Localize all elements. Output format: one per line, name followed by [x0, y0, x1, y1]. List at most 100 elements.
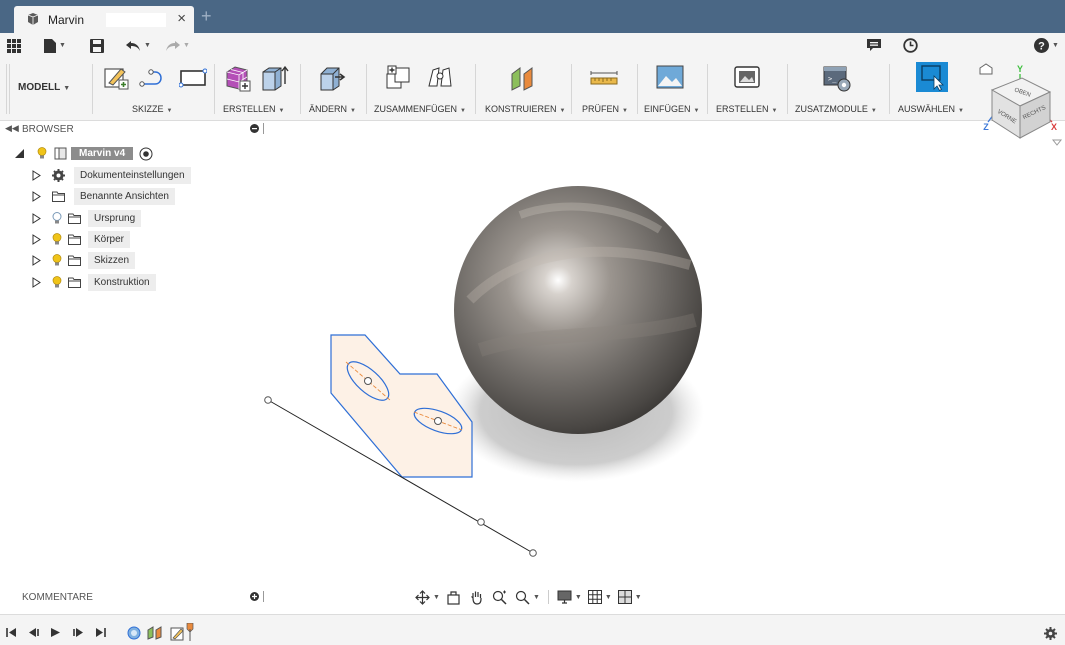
ribbon-group-label-create[interactable]: ERSTELLEN ▼ [223, 104, 284, 114]
offset-plane-icon[interactable] [508, 64, 538, 92]
axis-z-label: Z [983, 122, 989, 132]
quick-access-toolbar: ▼ ▼ ▼ ? ▼ [0, 33, 1065, 58]
workspace-dropdown[interactable]: MODELL ▼ [18, 82, 70, 93]
new-component-icon[interactable] [385, 64, 413, 92]
ribbon-group-label-sketch[interactable]: SKIZZE ▼ [132, 104, 172, 114]
timeline-plane-feature-icon[interactable] [147, 625, 163, 640]
undo-icon[interactable]: ▼ [126, 36, 151, 55]
measure-icon[interactable] [590, 70, 618, 86]
close-icon[interactable]: × [177, 10, 186, 27]
ribbon-group-construct: KONSTRUIEREN ▼ [478, 58, 568, 120]
ribbon-divider [637, 64, 638, 114]
timeline-sphere-feature-icon[interactable] [127, 626, 141, 640]
timeline-bar [0, 614, 1065, 645]
sphere-body[interactable] [454, 186, 702, 434]
ribbon-grip [6, 64, 7, 114]
create-sketch-icon[interactable] [103, 64, 129, 90]
panel-resize-handle[interactable] [263, 591, 264, 602]
ribbon-group-label-construct[interactable]: KONSTRUIEREN ▼ [485, 104, 565, 114]
ribbon-divider [571, 64, 572, 114]
ribbon-group-insert: EINFÜGEN ▼ [640, 58, 702, 120]
timeline-sketch-feature-icon[interactable] [170, 623, 194, 641]
scripts-addins-icon[interactable]: >_ [822, 64, 852, 92]
ribbon-divider [92, 64, 93, 114]
axis-x-label: X [1051, 122, 1057, 132]
select-button[interactable] [916, 62, 948, 92]
notification-icon[interactable] [867, 36, 881, 55]
ribbon-group-label-addins[interactable]: ZUSATZMODULE ▼ [795, 104, 877, 114]
extrude-icon[interactable] [259, 64, 289, 92]
select-icon [921, 65, 944, 92]
sketch-profile[interactable] [330, 334, 473, 478]
new-tab-button[interactable]: + [201, 6, 212, 27]
last-step-icon[interactable] [95, 627, 106, 638]
ribbon-group-addins: >_ ZUSATZMODULE ▼ [790, 58, 886, 120]
ribbon-grip [9, 64, 10, 114]
save-icon[interactable] [90, 36, 104, 55]
ribbon-group-label-modify[interactable]: ÄNDERN ▼ [309, 104, 356, 114]
joint-icon[interactable] [425, 64, 455, 92]
clock-icon[interactable] [903, 36, 918, 55]
file-icon[interactable]: ▼ [44, 36, 66, 55]
settings-gear-icon[interactable] [1044, 627, 1057, 640]
ribbon-group-select: AUSWÄHLEN ▼ [892, 58, 972, 120]
render-icon[interactable] [734, 64, 760, 90]
first-step-icon[interactable] [6, 627, 17, 638]
orbit-icon[interactable]: ▼ [415, 589, 440, 605]
ribbon-group-create: ERSTELLEN ▼ [217, 58, 291, 120]
add-comment-icon[interactable] [250, 592, 259, 601]
workspace-label: MODELL [18, 82, 61, 93]
pan-hand-icon[interactable] [469, 590, 484, 605]
title-bar: Marvin × + [0, 0, 1065, 33]
ribbon-group-label-insert[interactable]: EINFÜGEN ▼ [644, 104, 699, 114]
ribbon-toolbar: MODELL ▼ SKIZZE ▼ ERSTELLEN ▼ ÄNDERN ▼ Z… [0, 58, 1065, 121]
grid-icon[interactable] [7, 36, 21, 55]
ribbon-divider [214, 64, 215, 114]
ribbon-divider [707, 64, 708, 114]
viewports-icon[interactable]: ▼ [617, 590, 642, 604]
ribbon-divider [889, 64, 890, 114]
comments-panel: KOMMENTARE [0, 588, 270, 606]
svg-text:?: ? [1038, 41, 1045, 53]
axis-y-label: Y [1017, 64, 1023, 74]
zoom-icon[interactable] [492, 590, 507, 605]
canvas-viewport[interactable] [0, 120, 1065, 614]
next-step-icon[interactable] [72, 627, 84, 638]
ribbon-divider [366, 64, 367, 114]
ribbon-group-make: ERSTELLEN ▼ [710, 58, 784, 120]
ribbon-group-label-assemble[interactable]: ZUSAMMENFÜGEN ▼ [374, 104, 466, 114]
viewcube-menu-icon[interactable] [1051, 139, 1063, 146]
ribbon-group-sketch: SKIZZE ▼ [95, 58, 213, 120]
home-icon[interactable] [979, 63, 993, 75]
play-icon[interactable] [50, 627, 61, 638]
ribbon-group-label-select[interactable]: AUSWÄHLEN ▼ [898, 104, 964, 114]
arc-icon[interactable] [139, 68, 169, 88]
ribbon-group-label-inspect[interactable]: PRÜFEN ▼ [582, 104, 628, 114]
help-icon[interactable]: ? ▼ [1034, 36, 1059, 55]
document-tab-title: Marvin [48, 13, 85, 27]
display-settings-icon[interactable]: ▼ [557, 590, 582, 604]
navigation-bar: ▼ ▼ ▼ ▼ ▼ [415, 586, 642, 608]
press-pull-icon[interactable] [317, 64, 347, 92]
tab-title-extension [106, 13, 166, 27]
ribbon-divider [300, 64, 301, 114]
document-tab[interactable]: Marvin × [14, 6, 194, 33]
create-form-icon[interactable] [223, 64, 251, 92]
previous-step-icon[interactable] [28, 627, 40, 638]
ribbon-group-modify: ÄNDERN ▼ [303, 58, 365, 120]
viewcube[interactable]: Y Z X OBEN VORNE RECHTS [976, 60, 1065, 150]
comments-title: KOMMENTARE [22, 592, 93, 603]
insert-image-icon[interactable] [656, 64, 684, 90]
ribbon-divider [787, 64, 788, 114]
ribbon-group-label-make[interactable]: ERSTELLEN ▼ [716, 104, 777, 114]
rectangle-icon[interactable] [179, 68, 207, 88]
ribbon-divider [475, 64, 476, 114]
ribbon-group-assemble: ZUSAMMENFÜGEN ▼ [369, 58, 473, 120]
svg-text:>_: >_ [828, 75, 837, 83]
zoom-window-icon[interactable]: ▼ [515, 590, 540, 605]
grid-settings-icon[interactable]: ▼ [587, 590, 612, 604]
document-icon [27, 13, 39, 25]
look-at-icon[interactable] [446, 590, 461, 605]
navbar-divider [547, 590, 549, 604]
redo-icon[interactable]: ▼ [165, 36, 190, 55]
